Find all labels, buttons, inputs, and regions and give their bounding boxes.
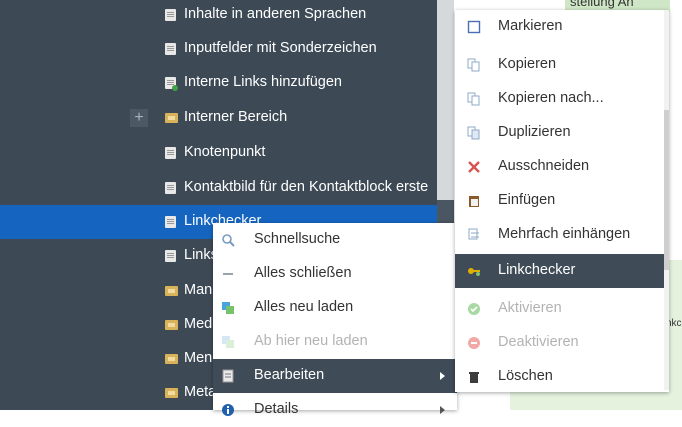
duplicate-icon: [467, 126, 481, 140]
collapse-icon: [221, 267, 235, 281]
submenu-item-label: Ausschneiden: [498, 158, 590, 174]
context-menu: Schnellsuche Alles schließen Alles neu lad…: [213, 223, 457, 417]
submenu-item[interactable]: Duplizieren: [455, 116, 664, 150]
context-menu-item[interactable]: Details: [213, 393, 457, 427]
context-menu-item[interactable]: Bearbeiten: [213, 359, 457, 393]
submenu-item[interactable]: Ausschneiden: [455, 150, 664, 184]
document-icon: [165, 43, 176, 55]
submenu-item-label: Löschen: [498, 368, 553, 384]
context-menu-item[interactable]: Schnellsuche: [213, 223, 457, 257]
submenu-item[interactable]: Einfügen: [455, 184, 664, 218]
deactivate-icon: [467, 336, 481, 350]
tree-item-label: Meta: [184, 384, 217, 400]
reload-here-icon: [221, 335, 235, 349]
submenu-item: Aktivieren: [455, 292, 664, 326]
tree-item-label: Interne Links hinzufügen: [184, 74, 342, 90]
tree-item[interactable]: Interne Links hinzufügen: [0, 66, 437, 100]
document-icon: [165, 250, 176, 262]
tree-item[interactable]: Inputfelder mit Sonderzeichen: [0, 32, 437, 66]
context-menu-item-label: Ab hier neu laden: [254, 333, 368, 349]
tree-item[interactable]: Inhalte in anderen Sprachen: [0, 0, 437, 32]
submenu-item-label: Deaktivieren: [498, 334, 579, 350]
folder-icon: [165, 320, 178, 330]
trash-icon: [467, 370, 481, 384]
linkchecker-icon: [467, 264, 481, 278]
multi-attach-icon: [467, 228, 481, 242]
tree-item[interactable]: Kontaktbild für den Kontaktblock erste: [0, 171, 437, 205]
activate-icon: [467, 302, 481, 316]
paste-icon: [467, 194, 481, 208]
submenu-item[interactable]: Kopieren nach...: [455, 82, 664, 116]
context-menu-item-label: Alles schließen: [254, 265, 352, 281]
magnifier-icon: [221, 233, 235, 247]
context-menu-item-label: Schnellsuche: [254, 231, 341, 247]
copy-icon: [467, 58, 481, 72]
document-icon: [165, 77, 178, 91]
select-icon: [467, 20, 481, 34]
edit-submenu: Markieren Kopieren Kopieren nach... Duplizi…: [455, 10, 669, 392]
folder-icon: [165, 388, 178, 398]
document-icon: [165, 9, 176, 21]
context-menu-item-label: Details: [254, 401, 299, 417]
detail-header-text: stellung An: [570, 0, 634, 9]
context-menu-item-label: Bearbeiten: [254, 367, 325, 383]
tree-item-label: Kontaktbild für den Kontaktblock erste: [184, 179, 429, 195]
submenu-item-label: Aktivieren: [498, 300, 562, 316]
edit-icon: [221, 369, 235, 383]
info-icon: [221, 403, 235, 417]
submenu-item[interactable]: Mehrfach einhängen: [455, 218, 664, 252]
submenu-item-label: Mehrfach einhängen: [498, 226, 631, 242]
folder-icon: [165, 113, 178, 123]
tree-item-label: Inhalte in anderen Sprachen: [184, 6, 367, 22]
tree-item-label: Men: [184, 350, 213, 366]
tree-item[interactable]: + Interner Bereich: [0, 101, 437, 135]
cut-icon: [467, 160, 481, 174]
copy-to-icon: [467, 92, 481, 106]
folder-icon: [165, 354, 178, 364]
submenu-arrow-icon: [440, 406, 445, 414]
submenu-item[interactable]: Linkchecker: [455, 254, 664, 288]
submenu-item-label: Kopieren: [498, 56, 557, 72]
context-menu-item[interactable]: Alles schließen: [213, 257, 457, 291]
submenu-item-label: Kopieren nach...: [498, 90, 604, 106]
reload-icon: [221, 301, 235, 315]
folder-icon: [165, 286, 178, 296]
document-icon: [165, 147, 176, 159]
context-menu-item: Ab hier neu laden: [213, 325, 457, 359]
submenu-arrow-icon: [440, 372, 445, 380]
tree-item[interactable]: Knotenpunkt: [0, 136, 437, 170]
document-icon: [165, 216, 176, 228]
submenu-item[interactable]: Kopieren: [455, 48, 664, 82]
context-menu-item[interactable]: Alles neu laden: [213, 291, 457, 325]
submenu-item-label: Linkchecker: [498, 262, 576, 278]
tree-item-label: Inputfelder mit Sonderzeichen: [184, 40, 377, 56]
document-icon: [165, 182, 176, 194]
tree-item-label: Med: [184, 316, 213, 332]
submenu-scrollbar[interactable]: [664, 10, 669, 390]
submenu-item-label: Markieren: [498, 18, 563, 34]
tree-item-label: Man: [184, 282, 213, 298]
context-menu-item-label: Alles neu laden: [254, 299, 354, 315]
submenu-item-label: Einfügen: [498, 192, 556, 208]
submenu-item[interactable]: Löschen: [455, 360, 664, 394]
tree-item-label: Interner Bereich: [184, 109, 288, 125]
submenu-item-label: Duplizieren: [498, 124, 571, 140]
submenu-item[interactable]: Markieren: [455, 10, 664, 44]
submenu-item: Deaktivieren: [455, 326, 664, 360]
expand-icon[interactable]: +: [130, 109, 148, 127]
tree-scrollbar-thumb[interactable]: [437, 0, 454, 200]
tree-item-label: Knotenpunkt: [184, 144, 266, 160]
